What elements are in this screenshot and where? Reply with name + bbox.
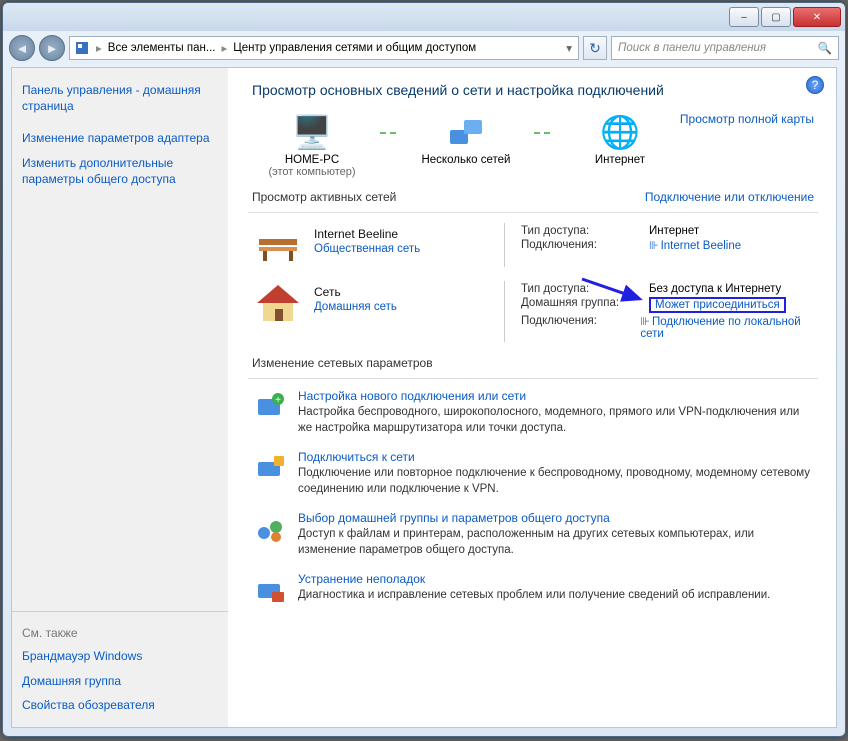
breadcrumb[interactable]: ▸ Все элементы пан... ▸ Центр управления… — [69, 36, 579, 60]
network-name: Internet Beeline — [314, 227, 494, 241]
settings-new-connection: + Настройка нового подключения или сети … — [252, 389, 814, 436]
breadcrumb-part2[interactable]: Центр управления сетями и общим доступом — [233, 42, 476, 54]
map-internet-label: Интернет — [595, 154, 645, 166]
network-map: 🖥️ HOME-PC (этот компьютер) Несколько се… — [252, 112, 680, 178]
sidebar-advanced-sharing[interactable]: Изменить дополнительные параметры общего… — [22, 151, 218, 191]
map-connector — [534, 132, 552, 134]
sidebar-firewall[interactable]: Брандмауэр Windows — [22, 644, 218, 668]
search-placeholder: Поиск в панели управления — [618, 42, 766, 54]
settings-link[interactable]: Устранение неполадок — [298, 572, 425, 586]
sidebar-seealso-label: См. также — [22, 622, 218, 644]
search-input[interactable]: Поиск в панели управления 🔍 — [611, 36, 839, 60]
access-type-value: Без доступа к Интернету — [649, 283, 781, 295]
close-button[interactable]: ✕ — [793, 7, 841, 27]
computer-icon: 🖥️ — [292, 112, 332, 152]
window: – ▢ ✕ ◄ ► ▸ Все элементы пан... ▸ Центр … — [2, 2, 846, 737]
network-entry-home: Сеть Домашняя сеть Тип доступа: Без дост… — [252, 281, 814, 342]
sidebar-internet-options[interactable]: Свойства обозревателя — [22, 693, 218, 717]
network-entry-beeline: Internet Beeline Общественная сеть Тип д… — [252, 223, 814, 267]
breadcrumb-part1[interactable]: Все элементы пан... — [108, 42, 216, 54]
full-map-link[interactable]: Просмотр полной карты — [680, 112, 814, 126]
svg-text:+: + — [275, 395, 281, 406]
connect-network-icon — [252, 450, 288, 486]
search-icon[interactable]: 🔍 — [818, 41, 832, 55]
minimize-button[interactable]: – — [729, 7, 759, 27]
new-connection-icon: + — [252, 389, 288, 425]
settings-link[interactable]: Выбор домашней группы и параметров общег… — [298, 511, 610, 525]
settings-desc: Настройка беспроводного, широкополосного… — [298, 405, 814, 436]
network-type-link[interactable]: Общественная сеть — [314, 243, 420, 255]
adapter-icon: ⊪ — [649, 240, 659, 252]
main-panel: ? Просмотр основных сведений о сети и на… — [228, 68, 836, 727]
connections-label: Подключения: — [521, 315, 632, 340]
connection-link[interactable]: Подключение по локальной сети — [640, 316, 800, 340]
map-pc-sub: (этот компьютер) — [268, 166, 355, 178]
control-panel-icon — [74, 40, 90, 56]
chevron-right-icon: ▸ — [219, 41, 229, 55]
access-type-value: Интернет — [649, 225, 699, 237]
forward-button[interactable]: ► — [39, 35, 65, 61]
content: Панель управления - домашняя страница Из… — [11, 67, 837, 728]
multi-network-icon — [446, 112, 486, 152]
settings-homegroup-sharing: Выбор домашней группы и параметров общег… — [252, 511, 814, 558]
globe-icon: 🌐 — [600, 112, 640, 152]
sidebar-adapter-settings[interactable]: Изменение параметров адаптера — [22, 126, 218, 150]
connect-disconnect-link[interactable]: Подключение или отключение — [645, 190, 814, 204]
titlebar: – ▢ ✕ — [3, 3, 845, 31]
network-name: Сеть — [314, 285, 494, 299]
refresh-button[interactable]: ↻ — [583, 36, 607, 60]
connection-link[interactable]: Internet Beeline — [661, 240, 742, 252]
chevron-down-icon[interactable]: ▾ — [564, 41, 574, 55]
settings-troubleshoot: Устранение неполадок Диагностика и испра… — [252, 572, 814, 608]
homegroup-label: Домашняя группа: — [521, 297, 641, 313]
homegroup-join-link[interactable]: Может присоединиться — [655, 299, 780, 311]
maximize-button[interactable]: ▢ — [761, 7, 791, 27]
troubleshoot-icon — [252, 572, 288, 608]
page-heading: Просмотр основных сведений о сети и наст… — [252, 82, 814, 98]
map-pc-label: HOME-PC — [285, 154, 339, 166]
adapter-icon: ⊪ — [640, 316, 650, 328]
settings-connect-network: Подключиться к сети Подключение или повт… — [252, 450, 814, 497]
active-networks-heading: Просмотр активных сетей — [252, 190, 396, 204]
settings-desc: Подключение или повторное подключение к … — [298, 466, 814, 497]
access-type-label: Тип доступа: — [521, 225, 641, 237]
bench-icon — [252, 223, 304, 267]
settings-desc: Диагностика и исправление сетевых пробле… — [298, 588, 814, 604]
settings-link[interactable]: Подключиться к сети — [298, 450, 415, 464]
house-icon — [252, 281, 304, 325]
navbar: ◄ ► ▸ Все элементы пан... ▸ Центр управл… — [3, 31, 845, 65]
map-connector — [380, 132, 398, 134]
sidebar: Панель управления - домашняя страница Из… — [12, 68, 228, 727]
network-type-link[interactable]: Домашняя сеть — [314, 301, 397, 313]
sidebar-home-link[interactable]: Панель управления - домашняя страница — [22, 78, 218, 118]
back-button[interactable]: ◄ — [9, 35, 35, 61]
settings-desc: Доступ к файлам и принтерам, расположенн… — [298, 527, 814, 558]
help-icon[interactable]: ? — [806, 76, 824, 94]
sidebar-homegroup[interactable]: Домашняя группа — [22, 669, 218, 693]
connections-label: Подключения: — [521, 239, 641, 252]
chevron-right-icon: ▸ — [94, 41, 104, 55]
homegroup-icon — [252, 511, 288, 547]
settings-link[interactable]: Настройка нового подключения или сети — [298, 389, 526, 403]
map-multi-label: Несколько сетей — [421, 154, 510, 166]
access-type-label: Тип доступа: — [521, 283, 641, 295]
network-settings-heading: Изменение сетевых параметров — [252, 356, 433, 370]
